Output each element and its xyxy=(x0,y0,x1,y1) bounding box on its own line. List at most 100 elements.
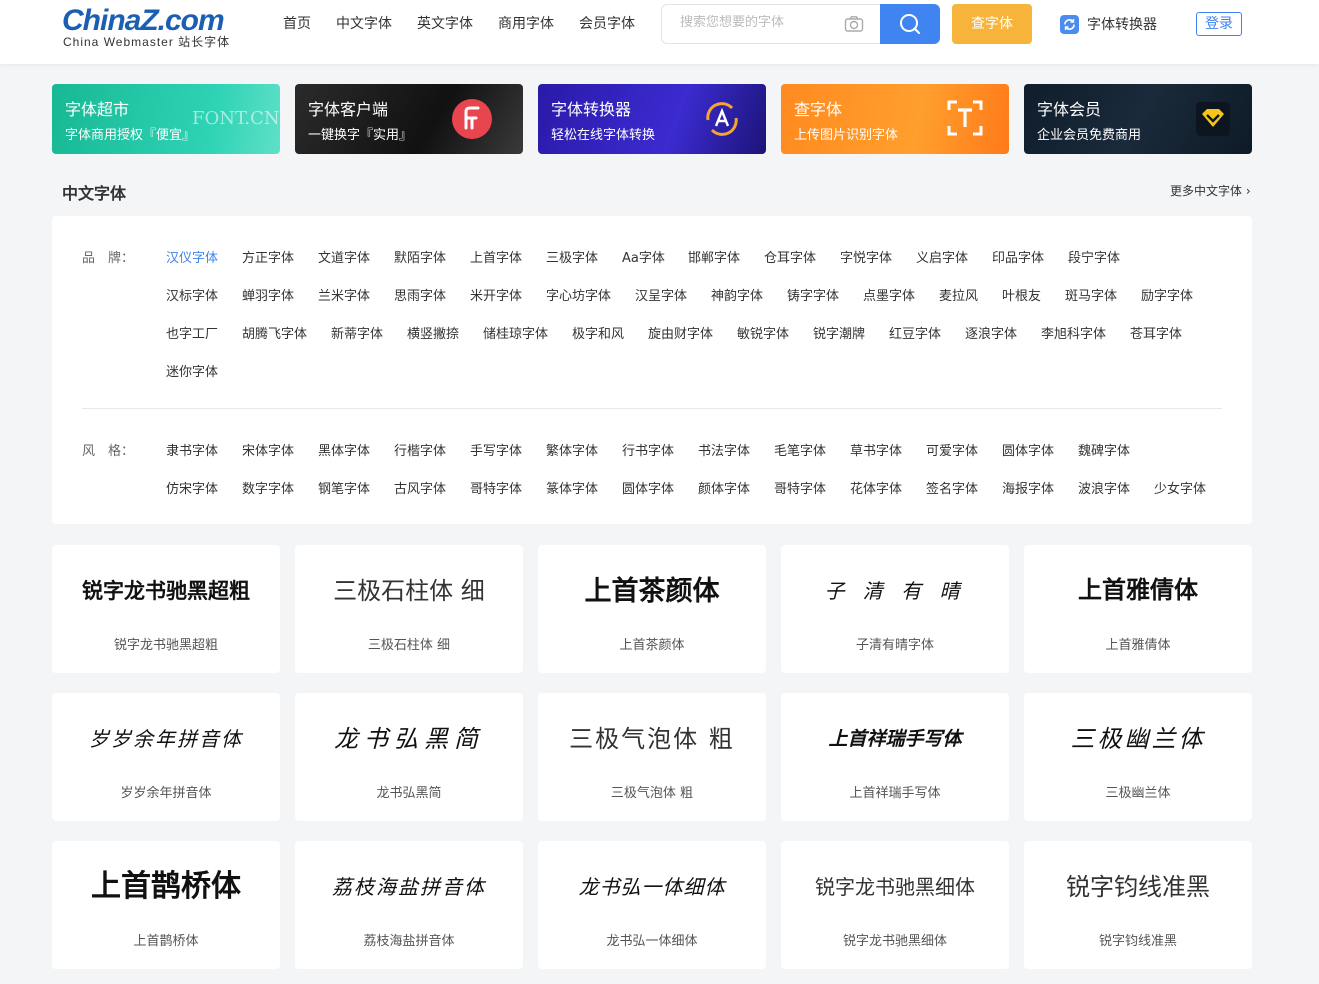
font-card[interactable]: 三极石柱体 细 三极石柱体 细 xyxy=(295,545,523,673)
brand-tag[interactable]: 字悦字体 xyxy=(840,247,892,266)
style-tag[interactable]: 钢笔字体 xyxy=(318,478,370,497)
find-font-button[interactable]: 查字体 xyxy=(952,4,1032,44)
brand-tag[interactable]: 李旭科字体 xyxy=(1041,323,1106,342)
brand-tag[interactable]: 逐浪字体 xyxy=(965,323,1017,342)
font-card[interactable]: 龙书弘一体细体 龙书弘一体细体 xyxy=(538,841,766,969)
nav-chinese-fonts[interactable]: 中文字体 xyxy=(336,15,392,33)
more-chinese-fonts-link[interactable]: 更多中文字体 › xyxy=(1170,182,1251,199)
style-tag[interactable]: 古风字体 xyxy=(394,478,446,497)
style-tag[interactable]: 草书字体 xyxy=(850,440,902,459)
brand-tag[interactable]: 横竖撇捺 xyxy=(407,323,459,342)
login-button[interactable]: 登录 xyxy=(1196,12,1242,36)
brand-tag[interactable]: 叶根友 xyxy=(1002,285,1041,304)
style-tag[interactable]: 魏碑字体 xyxy=(1078,440,1130,459)
brand-tag[interactable]: 义启字体 xyxy=(916,247,968,266)
font-card[interactable]: 锐字龙书驰黑超粗 锐字龙书驰黑超粗 xyxy=(52,545,280,673)
brand-tag[interactable]: 极字和风 xyxy=(572,323,624,342)
font-card[interactable]: 锐字钧线准黑 锐字钧线准黑 xyxy=(1024,841,1252,969)
style-tag[interactable]: 颜体字体 xyxy=(698,478,750,497)
brand-tag[interactable]: 胡腾飞字体 xyxy=(242,323,307,342)
search-input[interactable] xyxy=(680,15,830,30)
brand-tag[interactable]: 红豆字体 xyxy=(889,323,941,342)
style-tag[interactable]: 书法字体 xyxy=(698,440,750,459)
style-tag[interactable]: 签名字体 xyxy=(926,478,978,497)
brand-tag[interactable]: 点墨字体 xyxy=(863,285,915,304)
search-button[interactable] xyxy=(880,4,940,44)
camera-icon[interactable] xyxy=(844,15,864,33)
banner-font-client[interactable]: 字体客户端 一键换字『实用』 xyxy=(295,84,523,154)
nav-home[interactable]: 首页 xyxy=(283,15,311,33)
brand-tag[interactable]: 斑马字体 xyxy=(1065,285,1117,304)
brand-tag[interactable]: 邯郸字体 xyxy=(688,247,740,266)
brand-tag[interactable]: 麦拉风 xyxy=(939,285,978,304)
brand-tag[interactable]: 汉呈字体 xyxy=(635,285,687,304)
style-tag[interactable]: 圆体字体 xyxy=(622,478,674,497)
style-tag[interactable]: 花体字体 xyxy=(850,478,902,497)
nav-member-fonts[interactable]: 会员字体 xyxy=(579,15,635,33)
nav-english-fonts[interactable]: 英文字体 xyxy=(417,15,473,33)
brand-tag[interactable]: Aa字体 xyxy=(622,247,665,266)
style-tag[interactable]: 哥特字体 xyxy=(774,478,826,497)
font-card[interactable]: 上首茶颜体 上首茶颜体 xyxy=(538,545,766,673)
font-card[interactable]: 上首祥瑞手写体 上首祥瑞手写体 xyxy=(781,693,1009,821)
font-card[interactable]: 龙书弘黑简 龙书弘黑简 xyxy=(295,693,523,821)
style-tag[interactable]: 篆体字体 xyxy=(546,478,598,497)
brand-tag[interactable]: 锐字潮牌 xyxy=(813,323,865,342)
banner-font-market[interactable]: FONT.CN 字体超市 字体商用授权『便宜』 xyxy=(52,84,280,154)
brand-tag[interactable]: 文道字体 xyxy=(318,247,370,266)
brand-tag[interactable]: 字心坊字体 xyxy=(546,285,611,304)
style-tag[interactable]: 手写字体 xyxy=(470,440,522,459)
style-tag[interactable]: 圆体字体 xyxy=(1002,440,1054,459)
brand-tag[interactable]: 也字工厂 xyxy=(166,323,218,342)
style-tag[interactable]: 毛笔字体 xyxy=(774,440,826,459)
nav-commercial-fonts[interactable]: 商用字体 xyxy=(498,15,554,33)
brand-tag[interactable]: 苍耳字体 xyxy=(1130,323,1182,342)
style-tag[interactable]: 行书字体 xyxy=(622,440,674,459)
style-tag[interactable]: 行楷字体 xyxy=(394,440,446,459)
style-tag[interactable]: 可爱字体 xyxy=(926,440,978,459)
font-card[interactable]: 上首雅倩体 上首雅倩体 xyxy=(1024,545,1252,673)
style-tag[interactable]: 海报字体 xyxy=(1002,478,1054,497)
font-card[interactable]: 上首鹊桥体 上首鹊桥体 xyxy=(52,841,280,969)
style-tag[interactable]: 哥特字体 xyxy=(470,478,522,497)
style-tag[interactable]: 黑体字体 xyxy=(318,440,370,459)
brand-tag[interactable]: 段宁字体 xyxy=(1068,247,1120,266)
font-card[interactable]: 锐字龙书驰黑细体 锐字龙书驰黑细体 xyxy=(781,841,1009,969)
brand-tag[interactable]: 新蒂字体 xyxy=(331,323,383,342)
font-card[interactable]: 岁岁余年拼音体 岁岁余年拼音体 xyxy=(52,693,280,821)
brand-tag[interactable]: 敏锐字体 xyxy=(737,323,789,342)
style-tag[interactable]: 数字字体 xyxy=(242,478,294,497)
font-card[interactable]: 子 清 有 晴 子清有晴字体 xyxy=(781,545,1009,673)
brand-tag[interactable]: 汉标字体 xyxy=(166,285,218,304)
banner-find-font[interactable]: 查字体 上传图片识别字体 xyxy=(781,84,1009,154)
style-tag[interactable]: 隶书字体 xyxy=(166,440,218,459)
brand-tag[interactable]: 米开字体 xyxy=(470,285,522,304)
brand-tag[interactable]: 迷你字体 xyxy=(166,361,218,380)
banner-font-converter[interactable]: 字体转换器 轻松在线字体转换 xyxy=(538,84,766,154)
style-tag[interactable]: 波浪字体 xyxy=(1078,478,1130,497)
banner-font-membership[interactable]: 字体会员 企业会员免费商用 xyxy=(1024,84,1252,154)
brand-tag[interactable]: 默陌字体 xyxy=(394,247,446,266)
brand-tag[interactable]: 储桂琼字体 xyxy=(483,323,548,342)
font-card[interactable]: 三极气泡体 粗 三极气泡体 粗 xyxy=(538,693,766,821)
brand-tag[interactable]: 方正字体 xyxy=(242,247,294,266)
brand-tag[interactable]: 励字字体 xyxy=(1141,285,1193,304)
brand-tag[interactable]: 神韵字体 xyxy=(711,285,763,304)
style-tag[interactable]: 仿宋字体 xyxy=(166,478,218,497)
brand-tag[interactable]: 仓耳字体 xyxy=(764,247,816,266)
brand-tag[interactable]: 三极字体 xyxy=(546,247,598,266)
brand-tag[interactable]: 上首字体 xyxy=(470,247,522,266)
brand-tag[interactable]: 旋由财字体 xyxy=(648,323,713,342)
brand-tag[interactable]: 蝉羽字体 xyxy=(242,285,294,304)
brand-tag[interactable]: 印品字体 xyxy=(992,247,1044,266)
font-card[interactable]: 荔枝海盐拼音体 荔枝海盐拼音体 xyxy=(295,841,523,969)
font-converter-link[interactable]: 字体转换器 xyxy=(1060,14,1157,34)
style-tag[interactable]: 宋体字体 xyxy=(242,440,294,459)
brand-tag[interactable]: 兰米字体 xyxy=(318,285,370,304)
style-tag[interactable]: 繁体字体 xyxy=(546,440,598,459)
brand-tag[interactable]: 汉仪字体 xyxy=(166,247,218,266)
chinaz-logo[interactable]: ChinaZ.com China Webmaster 站长字体 xyxy=(62,4,247,49)
brand-tag[interactable]: 铸字字体 xyxy=(787,285,839,304)
brand-tag[interactable]: 思雨字体 xyxy=(394,285,446,304)
style-tag[interactable]: 少女字体 xyxy=(1154,478,1206,497)
